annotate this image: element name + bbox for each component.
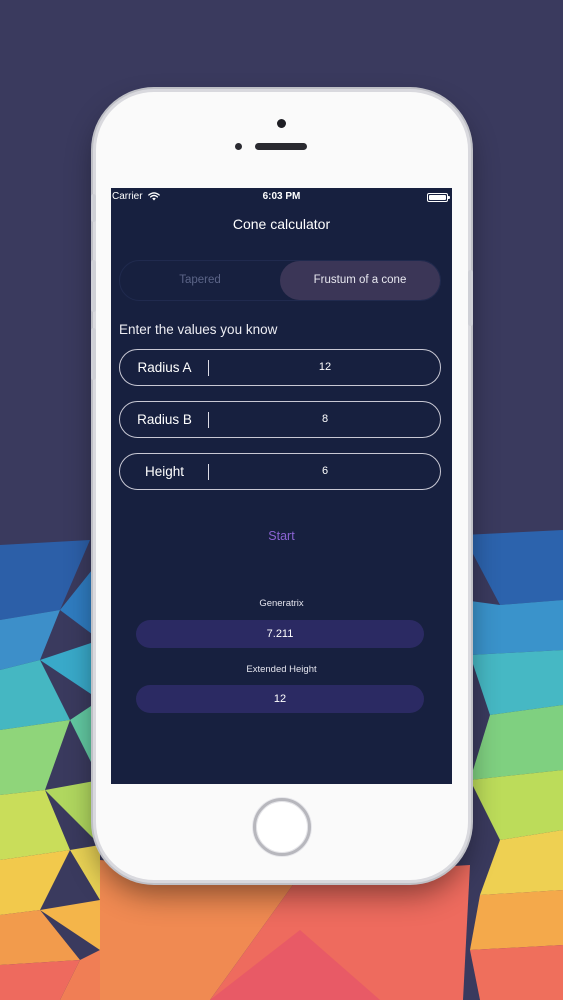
power-button xyxy=(468,270,473,326)
start-button[interactable]: Start xyxy=(111,529,452,543)
app-screen: Carrier 6:03 PM Cone calculator Tapered … xyxy=(111,188,452,784)
battery-icon xyxy=(427,193,450,202)
generatrix-value: 7.211 xyxy=(136,620,424,648)
radius-b-label: Radius B xyxy=(137,412,192,427)
values-prompt: Enter the values you know xyxy=(119,322,278,337)
height-field: Height xyxy=(119,453,441,490)
status-time: 6:03 PM xyxy=(262,191,301,202)
extended-height-label: Extended Height xyxy=(246,664,317,675)
generatrix-label: Generatrix xyxy=(259,598,304,609)
proximity-sensor xyxy=(235,143,242,150)
field-divider xyxy=(208,412,209,428)
height-label: Height xyxy=(144,464,185,479)
volume-up-button xyxy=(91,260,96,312)
earpiece-speaker xyxy=(255,143,307,150)
field-divider xyxy=(208,360,209,376)
radius-a-input[interactable] xyxy=(214,350,436,385)
mode-segmented-control: Tapered Frustum of a cone xyxy=(119,260,441,301)
radius-a-label: Radius A xyxy=(137,360,192,375)
tab-frustum-of-a-cone[interactable]: Frustum of a cone xyxy=(280,261,440,300)
status-bar: Carrier 6:03 PM xyxy=(111,188,452,206)
page-title: Cone calculator xyxy=(232,216,331,232)
volume-down-button xyxy=(91,328,96,380)
front-camera xyxy=(277,119,286,128)
home-button[interactable] xyxy=(253,798,311,856)
height-input[interactable] xyxy=(214,454,436,489)
radius-b-input[interactable] xyxy=(214,402,436,437)
radius-b-field: Radius B xyxy=(119,401,441,438)
tab-tapered[interactable]: Tapered xyxy=(120,261,280,300)
mute-switch xyxy=(91,194,96,222)
radius-a-field: Radius A xyxy=(119,349,441,386)
field-divider xyxy=(208,464,209,480)
extended-height-value: 12 xyxy=(136,685,424,713)
